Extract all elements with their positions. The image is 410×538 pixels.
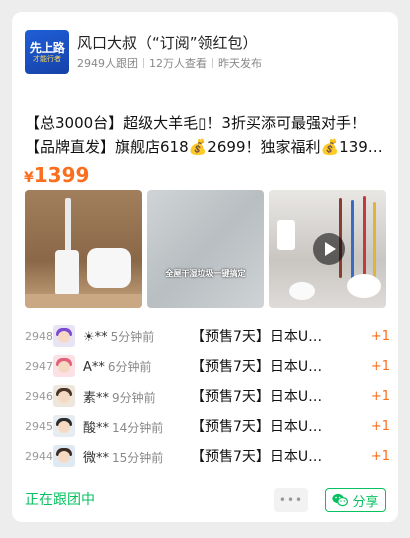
publish-time: 昨天发布 <box>218 57 262 70</box>
order-qty: +1 <box>370 328 390 344</box>
order-item: 【预售7天】日本U… <box>191 449 323 465</box>
order-number: 2948 <box>25 329 53 343</box>
user-avatar <box>53 415 75 437</box>
post-title-line2[interactable]: 【品牌直发】旗舰店618💰2699！独家福利💰1399… <box>25 136 390 158</box>
order-qty: +1 <box>370 418 390 434</box>
more-button[interactable]: ••• <box>274 488 308 512</box>
avatar-subtext: 才能行者 <box>33 54 61 63</box>
order-number: 2947 <box>25 359 53 373</box>
followers-count: 2949人跟团 <box>77 57 138 70</box>
share-label: 分享 <box>352 494 379 510</box>
publisher-header[interactable]: 先上路 才能行者 风口大叔（“订阅”领红包） 2949人跟团 12万人查看 昨天发布 <box>25 30 262 74</box>
order-number: 2946 <box>25 389 53 403</box>
group-buy-card[interactable]: 先上路 才能行者 风口大叔（“订阅”领红包） 2949人跟团 12万人查看 昨天发布… <box>12 12 398 522</box>
publisher-meta: 2949人跟团 12万人查看 昨天发布 <box>77 55 262 73</box>
order-row[interactable]: 2948 ☀** 5分钟前 【预售7天】日本U… +1 <box>25 322 390 350</box>
price: ¥1399 <box>24 162 89 191</box>
order-row[interactable]: 2945 酸** 14分钟前 【预售7天】日本U… +1 <box>25 412 390 440</box>
order-item: 【预售7天】日本U… <box>191 419 323 435</box>
product-images: 全屋干湿垃圾一键搞定 <box>25 190 387 308</box>
order-user: 素** 9分钟前 <box>83 390 156 406</box>
order-item: 【预售7天】日本U… <box>191 389 323 405</box>
order-row[interactable]: 2947 A** 6分钟前 【预售7天】日本U… +1 <box>25 352 390 380</box>
order-row[interactable]: 2944 微** 15分钟前 【预售7天】日本U… +1 <box>25 442 390 470</box>
divider <box>143 58 144 68</box>
user-avatar <box>53 355 75 377</box>
product-image-2[interactable]: 全屋干湿垃圾一键搞定 <box>147 190 264 308</box>
order-user: A** 6分钟前 <box>83 359 152 375</box>
image-caption: 全屋干湿垃圾一键搞定 <box>165 269 246 278</box>
order-qty: +1 <box>370 358 390 374</box>
order-user: ☀** 5分钟前 <box>83 329 155 345</box>
divider <box>212 58 213 68</box>
post-title-line1[interactable]: 【总3000台】超级大羊毛▯！3折买添可最强对手！ <box>25 112 390 134</box>
order-qty: +1 <box>370 448 390 464</box>
product-video[interactable] <box>269 190 386 308</box>
user-avatar <box>53 445 75 467</box>
group-status: 正在跟团中 <box>25 492 95 508</box>
order-number: 2945 <box>25 419 53 433</box>
order-row[interactable]: 2946 素** 9分钟前 【预售7天】日本U… +1 <box>25 382 390 410</box>
publisher-name[interactable]: 风口大叔（“订阅”领红包） <box>77 32 262 54</box>
user-avatar <box>53 385 75 407</box>
price-value: 1399 <box>33 163 90 187</box>
product-image-1[interactable] <box>25 190 142 308</box>
currency-symbol: ¥ <box>24 170 34 186</box>
order-item: 【预售7天】日本U… <box>191 329 323 345</box>
order-user: 酸** 14分钟前 <box>83 420 164 436</box>
share-button[interactable]: 分享 <box>325 488 386 512</box>
publisher-avatar[interactable]: 先上路 才能行者 <box>25 30 69 74</box>
wechat-icon <box>332 493 349 507</box>
order-number: 2944 <box>25 449 53 463</box>
order-user: 微** 15分钟前 <box>83 450 164 466</box>
user-avatar <box>53 325 75 347</box>
avatar-text: 先上路 <box>29 40 65 55</box>
order-qty: +1 <box>370 388 390 404</box>
more-icon: ••• <box>278 493 304 507</box>
views-count: 12万人查看 <box>149 57 207 70</box>
order-item: 【预售7天】日本U… <box>191 359 323 375</box>
play-icon[interactable] <box>313 233 345 265</box>
